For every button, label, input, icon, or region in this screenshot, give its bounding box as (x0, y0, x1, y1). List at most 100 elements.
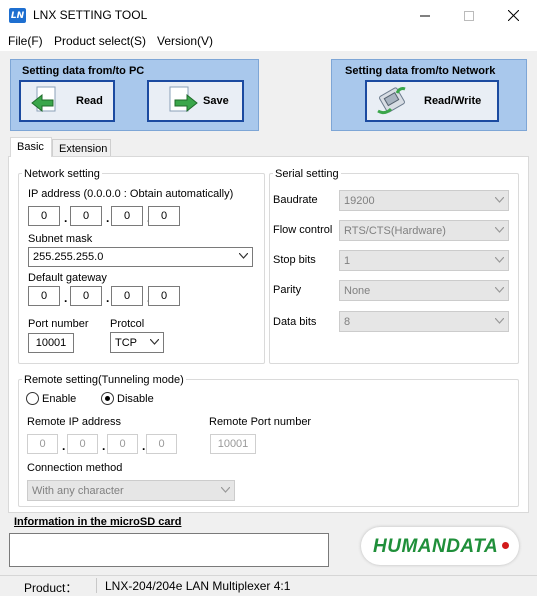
chevron-down-icon (495, 256, 504, 263)
ip-octet-3[interactable]: 0 (111, 206, 143, 226)
menu-product-select[interactable]: Product select(S) (54, 34, 146, 48)
read-label: Read (76, 95, 103, 107)
connection-method-value: With any character (32, 484, 124, 497)
read-write-label: Read/Write (424, 95, 482, 107)
save-arrow-icon (169, 86, 198, 113)
app-icon: LN (9, 8, 26, 23)
microsd-info-box[interactable] (9, 533, 329, 567)
ip-dot: . (102, 439, 106, 453)
disable-radio-label[interactable]: Disable (117, 393, 154, 405)
remote-ip-octet-3[interactable]: 0 (107, 434, 138, 454)
read-button[interactable]: Read (19, 80, 115, 122)
chevron-down-icon (221, 486, 230, 493)
minimize-icon (419, 15, 430, 16)
humandata-logo-text: HUMANDATA (373, 536, 499, 557)
subnet-mask-select[interactable]: 255.255.255.0 (28, 247, 253, 267)
read-arrow-icon (31, 86, 56, 113)
ip-address-label: IP address (0.0.0.0 : Obtain automatical… (28, 188, 234, 200)
gateway-octet-4[interactable]: 0 (148, 286, 180, 306)
ip-octet-1[interactable]: 0 (28, 206, 60, 226)
chevron-down-icon (495, 286, 504, 293)
logo-registered-mark (502, 542, 509, 549)
gateway-octet-2[interactable]: 0 (70, 286, 102, 306)
remote-ip-octet-2[interactable]: 0 (67, 434, 98, 454)
tab-extension[interactable]: Extension (52, 139, 111, 156)
protocol-value: TCP (115, 336, 137, 349)
save-button[interactable]: Save (147, 80, 244, 122)
close-icon (508, 10, 519, 21)
data-bits-label: Data bits (273, 316, 317, 328)
ip-dot: . (64, 291, 68, 305)
pc-panel-title: Setting data from/to PC (22, 65, 145, 77)
status-bar: Product： LNX-204/204e LAN Multiplexer 4:… (0, 575, 537, 595)
title-bar: LN LNX SETTING TOOL (0, 0, 537, 31)
connection-method-label: Connection method (27, 462, 123, 474)
humandata-logo: HUMANDATA (361, 527, 519, 565)
stop-bits-value: 1 (344, 254, 351, 267)
ip-octet-4[interactable]: 0 (148, 206, 180, 226)
network-plug-icon (377, 87, 406, 115)
flow-control-select[interactable]: RTS/CTS(Hardware) (339, 220, 509, 241)
ip-dot: . (142, 439, 146, 453)
chevron-down-icon (495, 196, 504, 203)
remote-ip-octet-4[interactable]: 0 (146, 434, 177, 454)
remote-ip-octet-1[interactable]: 0 (27, 434, 58, 454)
close-button[interactable] (491, 0, 536, 31)
status-divider (96, 578, 97, 593)
enable-radio[interactable] (26, 392, 39, 405)
flow-control-label: Flow control (273, 224, 333, 236)
baudrate-value: 19200 (344, 194, 375, 207)
product-label: Product： (24, 581, 78, 595)
chevron-down-icon (239, 253, 248, 259)
parity-value: None (344, 284, 371, 297)
port-number-label: Port number (28, 318, 89, 330)
data-bits-value: 8 (344, 315, 351, 328)
protocol-label: Protcol (110, 318, 145, 330)
network-panel: Setting data from/to Network Read/Write (331, 59, 527, 131)
read-write-button[interactable]: Read/Write (365, 80, 499, 122)
stop-bits-select[interactable]: 1 (339, 250, 509, 271)
save-label: Save (203, 95, 229, 107)
baudrate-label: Baudrate (273, 194, 318, 206)
gateway-octet-1[interactable]: 0 (28, 286, 60, 306)
protocol-select[interactable]: TCP (110, 332, 164, 353)
ip-dot: . (106, 211, 110, 225)
radio-selected-dot (105, 396, 110, 401)
ip-dot: . (106, 291, 110, 305)
remote-port-label: Remote Port number (209, 416, 312, 428)
connection-method-select[interactable]: With any character (27, 480, 235, 501)
stop-bits-label: Stop bits (273, 254, 316, 266)
menu-bar: File(F) Product select(S) Version(V) (0, 31, 537, 51)
enable-radio-label[interactable]: Enable (42, 393, 76, 405)
tab-basic[interactable]: Basic (10, 137, 52, 157)
minimize-button[interactable] (402, 0, 447, 31)
ip-dot: . (64, 211, 68, 225)
remote-setting-legend: Remote setting(Tunneling mode) (22, 374, 186, 386)
baudrate-select[interactable]: 19200 (339, 190, 509, 211)
port-number-input[interactable]: 10001 (28, 333, 74, 353)
subnet-mask-label: Subnet mask (28, 233, 93, 245)
maximize-icon (463, 10, 474, 21)
menu-version[interactable]: Version(V) (157, 34, 213, 48)
chevron-down-icon (150, 338, 159, 345)
parity-select[interactable]: None (339, 280, 509, 301)
disable-radio[interactable] (101, 392, 114, 405)
serial-setting-legend: Serial setting (273, 168, 341, 180)
data-bits-select[interactable]: 8 (339, 311, 509, 332)
parity-label: Parity (273, 284, 302, 296)
default-gateway-label: Default gateway (28, 272, 107, 284)
ip-dot: . (62, 439, 66, 453)
pc-panel: Setting data from/to PC Read Save (10, 59, 259, 131)
network-setting-legend: Network setting (22, 168, 102, 180)
menu-file[interactable]: File(F) (8, 34, 43, 48)
remote-ip-label: Remote IP address (27, 416, 121, 428)
tab-content-basic: Network setting IP address (0.0.0.0 : Ob… (8, 156, 529, 513)
ip-octet-2[interactable]: 0 (70, 206, 102, 226)
maximize-button[interactable] (446, 0, 491, 31)
gateway-octet-3[interactable]: 0 (111, 286, 143, 306)
window-title: LNX SETTING TOOL (33, 8, 148, 22)
chevron-down-icon (495, 317, 504, 324)
subnet-mask-value: 255.255.255.0 (33, 251, 104, 263)
flow-control-value: RTS/CTS(Hardware) (344, 224, 446, 237)
remote-port-input[interactable]: 10001 (210, 434, 256, 454)
